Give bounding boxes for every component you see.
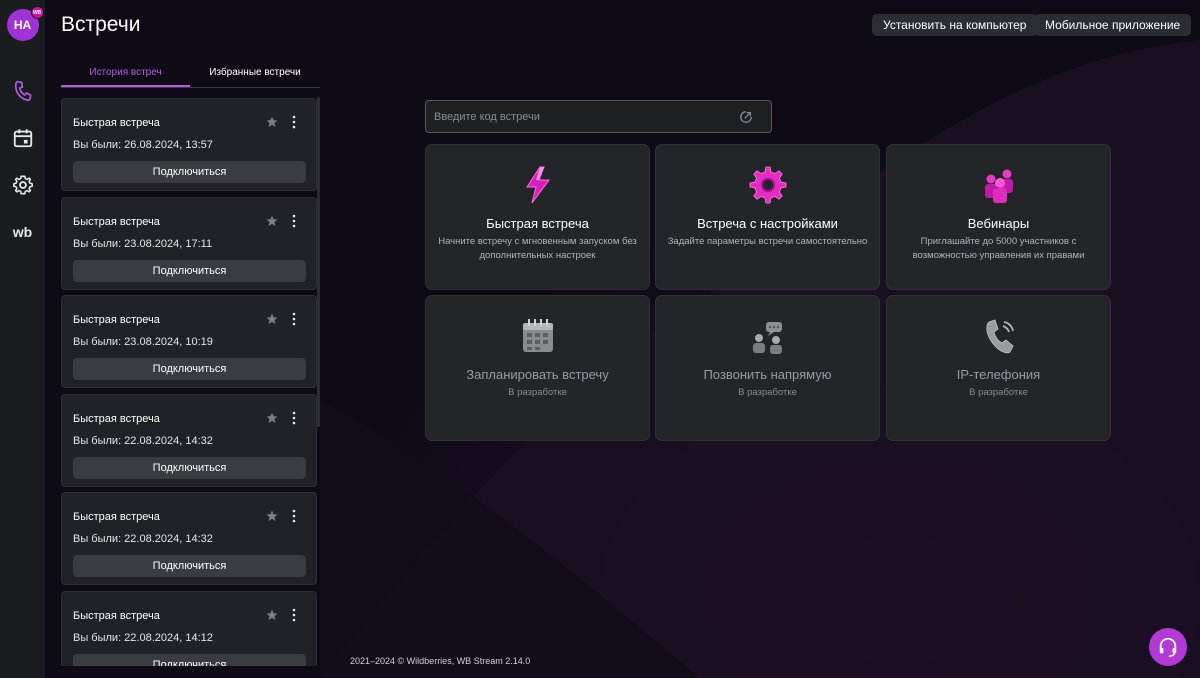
join-arrow-icon[interactable]	[739, 110, 753, 124]
tile-quick-meeting[interactable]: Быстрая встреча Начните встречу с мгнове…	[425, 144, 650, 290]
tile-description: В разработке	[508, 387, 567, 398]
side-rail: НА WB wb	[0, 0, 45, 678]
connect-button[interactable]: Подключиться	[73, 653, 306, 666]
connect-button[interactable]: Подключиться	[73, 161, 306, 183]
history-card: Быстрая встреча Вы были: 22.08.2024, 14:1…	[61, 590, 317, 666]
star-icon[interactable]	[266, 215, 278, 227]
page-title: Встречи	[61, 13, 141, 36]
tab-favorites[interactable]: Избранные встречи	[190, 64, 320, 87]
lightning-icon	[526, 166, 550, 204]
visited-date: Вы были: 23.08.2024, 10:19	[73, 336, 213, 348]
more-vertical-icon[interactable]	[289, 214, 299, 228]
tile-schedule-meeting[interactable]: Запланировать встречу В разработке	[425, 295, 650, 441]
tile-webinars[interactable]: Вебинары Приглашайте до 5000 участников …	[886, 144, 1111, 290]
tile-title: Встреча с настройками	[697, 216, 838, 231]
wb-logo: wb	[12, 224, 33, 240]
connect-button[interactable]: Подключиться	[73, 259, 306, 282]
meeting-code-field	[425, 100, 772, 133]
scrollbar[interactable]	[317, 97, 320, 427]
tile-description: В разработке	[969, 387, 1028, 398]
avatar-initials: НА	[13, 18, 32, 32]
star-icon[interactable]	[266, 116, 278, 128]
rail-item-wb[interactable]: wb	[9, 218, 37, 246]
tile-configured-meeting[interactable]: Встреча с настройками Задайте параметры …	[655, 144, 880, 290]
visited-date: Вы были: 22.08.2024, 14:32	[73, 434, 213, 447]
history-card: Быстрая встреча Вы были: 22.08.2024, 14:3…	[61, 393, 317, 487]
mobile-app-button[interactable]: Мобильное приложение	[1034, 14, 1192, 36]
install-desktop-button[interactable]: Установить на компьютер	[872, 14, 1038, 36]
history-card: Быстрая встреча Вы были: 22.08.2024, 14:3…	[61, 492, 317, 585]
avatar[interactable]: НА WB	[6, 6, 44, 41]
visited-date: Вы были: 26.08.2024, 13:57	[73, 139, 213, 151]
tile-title: Позвонить напрямую	[703, 367, 832, 382]
meeting-title: Быстрая встреча	[73, 117, 160, 129]
headset-icon	[1159, 637, 1177, 657]
meeting-title: Быстрая встреча	[73, 412, 160, 425]
rail-item-settings[interactable]	[9, 171, 37, 199]
tab-history[interactable]: История встреч	[61, 64, 190, 87]
history-card: Быстрая встреча Вы были: 26.08.2024, 13:5…	[61, 98, 317, 191]
tile-title: IP-телефония	[956, 367, 1041, 382]
group-icon	[985, 169, 1013, 203]
phone-icon	[986, 319, 1014, 354]
tile-title: Запланировать встречу	[466, 367, 609, 382]
history-tabs: История встреч Избранные встречи	[61, 64, 320, 88]
wb-badge: WB	[30, 6, 44, 19]
support-button[interactable]	[1149, 628, 1187, 666]
more-vertical-icon[interactable]	[289, 509, 299, 523]
meeting-history-list[interactable]: Быстрая встреча Вы были: 26.08.2024, 13:5…	[61, 97, 320, 666]
visited-date: Вы были: 23.08.2024, 17:11	[73, 237, 213, 250]
connect-button[interactable]: Подключиться	[73, 358, 306, 380]
star-icon[interactable]	[266, 510, 278, 522]
tile-title: Быстрая встреча	[486, 216, 589, 231]
gear-icon	[12, 175, 33, 195]
star-icon[interactable]	[266, 609, 278, 621]
more-vertical-icon[interactable]	[289, 115, 299, 129]
chat-users-icon	[753, 322, 782, 354]
calendar-icon	[13, 129, 32, 148]
more-vertical-icon[interactable]	[289, 411, 299, 425]
more-vertical-icon[interactable]	[289, 312, 299, 326]
meeting-title: Быстрая встреча	[73, 314, 160, 326]
tile-ip-telephony[interactable]: IP-телефония В разработке	[886, 295, 1111, 441]
gear-icon	[749, 166, 787, 204]
rail-item-calendar[interactable]	[9, 124, 37, 152]
rail-item-meetings[interactable]	[9, 77, 37, 105]
tile-direct-call[interactable]: Позвонить напрямую В разработке	[655, 295, 880, 441]
visited-date: Вы были: 22.08.2024, 14:32	[73, 533, 213, 545]
tile-description: В разработке	[738, 387, 797, 398]
connect-button[interactable]: Подключиться	[73, 456, 306, 479]
phone-icon	[14, 80, 32, 102]
tile-description: Приглашайте до 5000 участников с возможн…	[912, 236, 1085, 261]
connect-button[interactable]: Подключиться	[73, 555, 306, 577]
history-card: Быстрая встреча Вы были: 23.08.2024, 10:1…	[61, 295, 317, 388]
star-icon[interactable]	[266, 313, 278, 325]
more-vertical-icon[interactable]	[289, 608, 299, 622]
footer-copyright: 2021–2024 © Wildberries, WB Stream 2.14.…	[350, 656, 531, 666]
tile-title: Вебинары	[967, 216, 1030, 231]
calendar-icon	[523, 319, 553, 352]
meeting-code-input[interactable]	[434, 101, 734, 132]
history-card: Быстрая встреча Вы были: 23.08.2024, 17:1…	[61, 196, 317, 290]
meeting-title: Быстрая встреча	[73, 511, 160, 523]
star-icon[interactable]	[266, 412, 278, 424]
meeting-title: Быстрая встреча	[73, 609, 160, 622]
tile-description: Задайте параметры встречи самостоятельно	[667, 236, 868, 247]
meeting-title: Быстрая встреча	[73, 215, 160, 228]
visited-date: Вы были: 22.08.2024, 14:12	[73, 631, 213, 644]
tile-description: Начните встречу с мгновенным запуском бе…	[438, 236, 637, 261]
